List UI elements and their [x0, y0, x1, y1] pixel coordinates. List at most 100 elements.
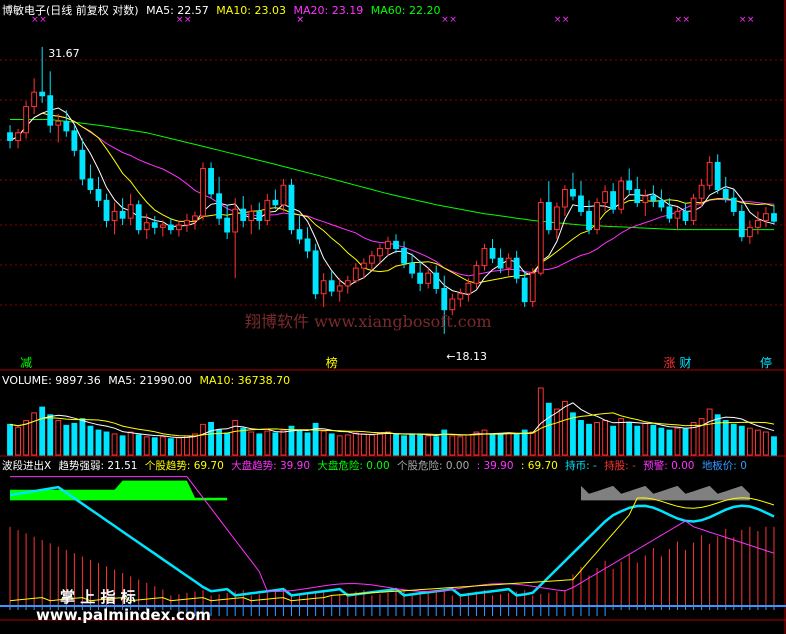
- candle-body: [521, 277, 528, 303]
- high-price-label: 31.67: [48, 47, 80, 60]
- volume-bar: [39, 406, 46, 456]
- volume-bar: [135, 434, 142, 456]
- volume-bar: [401, 435, 407, 456]
- volume-bar: [537, 387, 544, 456]
- candle-body: [71, 130, 78, 151]
- volume-bar: [143, 436, 150, 456]
- volume-bar: [264, 430, 271, 456]
- volume-bar: [304, 432, 311, 456]
- candle-body: [553, 206, 560, 231]
- candle-body: [457, 293, 464, 300]
- candle-body: [127, 204, 134, 219]
- candle-body: [529, 272, 536, 303]
- volume-bar: [15, 426, 21, 456]
- top-x-marker: ×: [683, 15, 691, 25]
- candle-body: [264, 199, 271, 221]
- candle-body: [15, 132, 21, 142]
- indicator-v1: : 39.90: [476, 460, 514, 472]
- volume-bar: [320, 430, 327, 456]
- hold-coin: 持币: -: [565, 460, 597, 472]
- volume-bar: [706, 408, 713, 456]
- candle-body: [184, 219, 190, 226]
- candle-body: [368, 255, 375, 264]
- candle-body: [200, 168, 206, 217]
- candle-body: [256, 210, 263, 221]
- volume-bar: [610, 425, 617, 456]
- volume-bar: [127, 431, 134, 456]
- candle-body: [674, 210, 681, 219]
- price-header: 博敏电子(日线 前复权 对数) MA5: 22.57 MA10: 23.03 M…: [2, 4, 444, 17]
- volume-bar: [650, 424, 657, 456]
- volume-bar: [497, 434, 504, 456]
- volume-bar: [63, 424, 70, 456]
- candle-body: [545, 202, 552, 231]
- candle-body: [23, 106, 30, 134]
- candle-body: [425, 272, 432, 284]
- volume-bar: [175, 437, 182, 456]
- candle-body: [103, 199, 110, 221]
- volume-bar: [578, 420, 584, 456]
- volume-bar: [529, 431, 536, 456]
- top-x-marker: ×: [554, 15, 562, 25]
- volume-bar: [328, 433, 335, 456]
- volume-bar: [256, 433, 263, 456]
- volume-bar: [368, 434, 375, 456]
- candle-body: [730, 197, 737, 212]
- volume-bar: [642, 422, 649, 456]
- candle-body: [586, 210, 592, 231]
- candle-body: [393, 240, 399, 250]
- volume-bar: [722, 420, 729, 456]
- candle-body: [232, 208, 239, 233]
- stock-risk: 个股危险: 0.00: [397, 460, 470, 472]
- candle-body: [79, 149, 86, 180]
- volume-bar: [738, 425, 745, 456]
- volume-bar: [71, 422, 78, 456]
- ma60-value: MA60: 22.20: [370, 4, 441, 17]
- candle-body: [288, 184, 295, 231]
- indicator-v2: : 69.70: [520, 460, 558, 472]
- volume-bar: [31, 412, 38, 456]
- volume-bar: [336, 435, 343, 456]
- volume-bar: [666, 429, 673, 456]
- candle-body: [714, 161, 721, 191]
- stock-title: 博敏电子(日线 前复权 对数): [2, 4, 139, 17]
- volume-bar: [167, 438, 174, 456]
- candle-body: [401, 248, 407, 264]
- candle-body: [208, 168, 214, 195]
- volume-bar: [698, 418, 705, 456]
- candle-body: [433, 272, 440, 289]
- candle-body: [497, 257, 504, 269]
- ma5-value: MA5: 22.57: [146, 4, 209, 17]
- volume-bar: [449, 435, 456, 456]
- candle-body: [240, 208, 247, 221]
- volume-bar: [730, 423, 737, 456]
- candle-body: [377, 248, 383, 257]
- volume-bar: [352, 432, 359, 456]
- candle-body: [216, 193, 223, 219]
- candle-body: [746, 226, 753, 238]
- candle-body: [280, 184, 287, 206]
- candle-body: [570, 189, 576, 197]
- volume-bar: [280, 429, 287, 456]
- candle-body: [513, 257, 520, 279]
- volume-bar: [626, 421, 633, 456]
- volume-bar: [184, 435, 190, 456]
- volume-ma10: MA10: 36738.70: [199, 374, 291, 387]
- floor-price: 地板价: 0: [701, 460, 747, 472]
- market-trend: 大盘趋势: 39.90: [231, 460, 311, 472]
- volume-bar: [634, 425, 641, 456]
- volume-bar: [505, 432, 512, 456]
- volume-bar: [272, 432, 279, 456]
- candle-body: [352, 267, 359, 282]
- candle-body: [344, 280, 351, 287]
- candle-body: [312, 250, 319, 295]
- volume-bar: [248, 431, 255, 456]
- top-x-marker: ×: [449, 15, 457, 25]
- market-risk: 大盘危险: 0.00: [317, 460, 390, 472]
- volume-bar: [360, 433, 367, 456]
- volume-bar: [55, 420, 62, 456]
- volume-ma5: MA5: 21990.00: [108, 374, 192, 387]
- volume-bar: [224, 432, 231, 456]
- candle-body: [248, 210, 255, 221]
- candle-body: [47, 95, 54, 126]
